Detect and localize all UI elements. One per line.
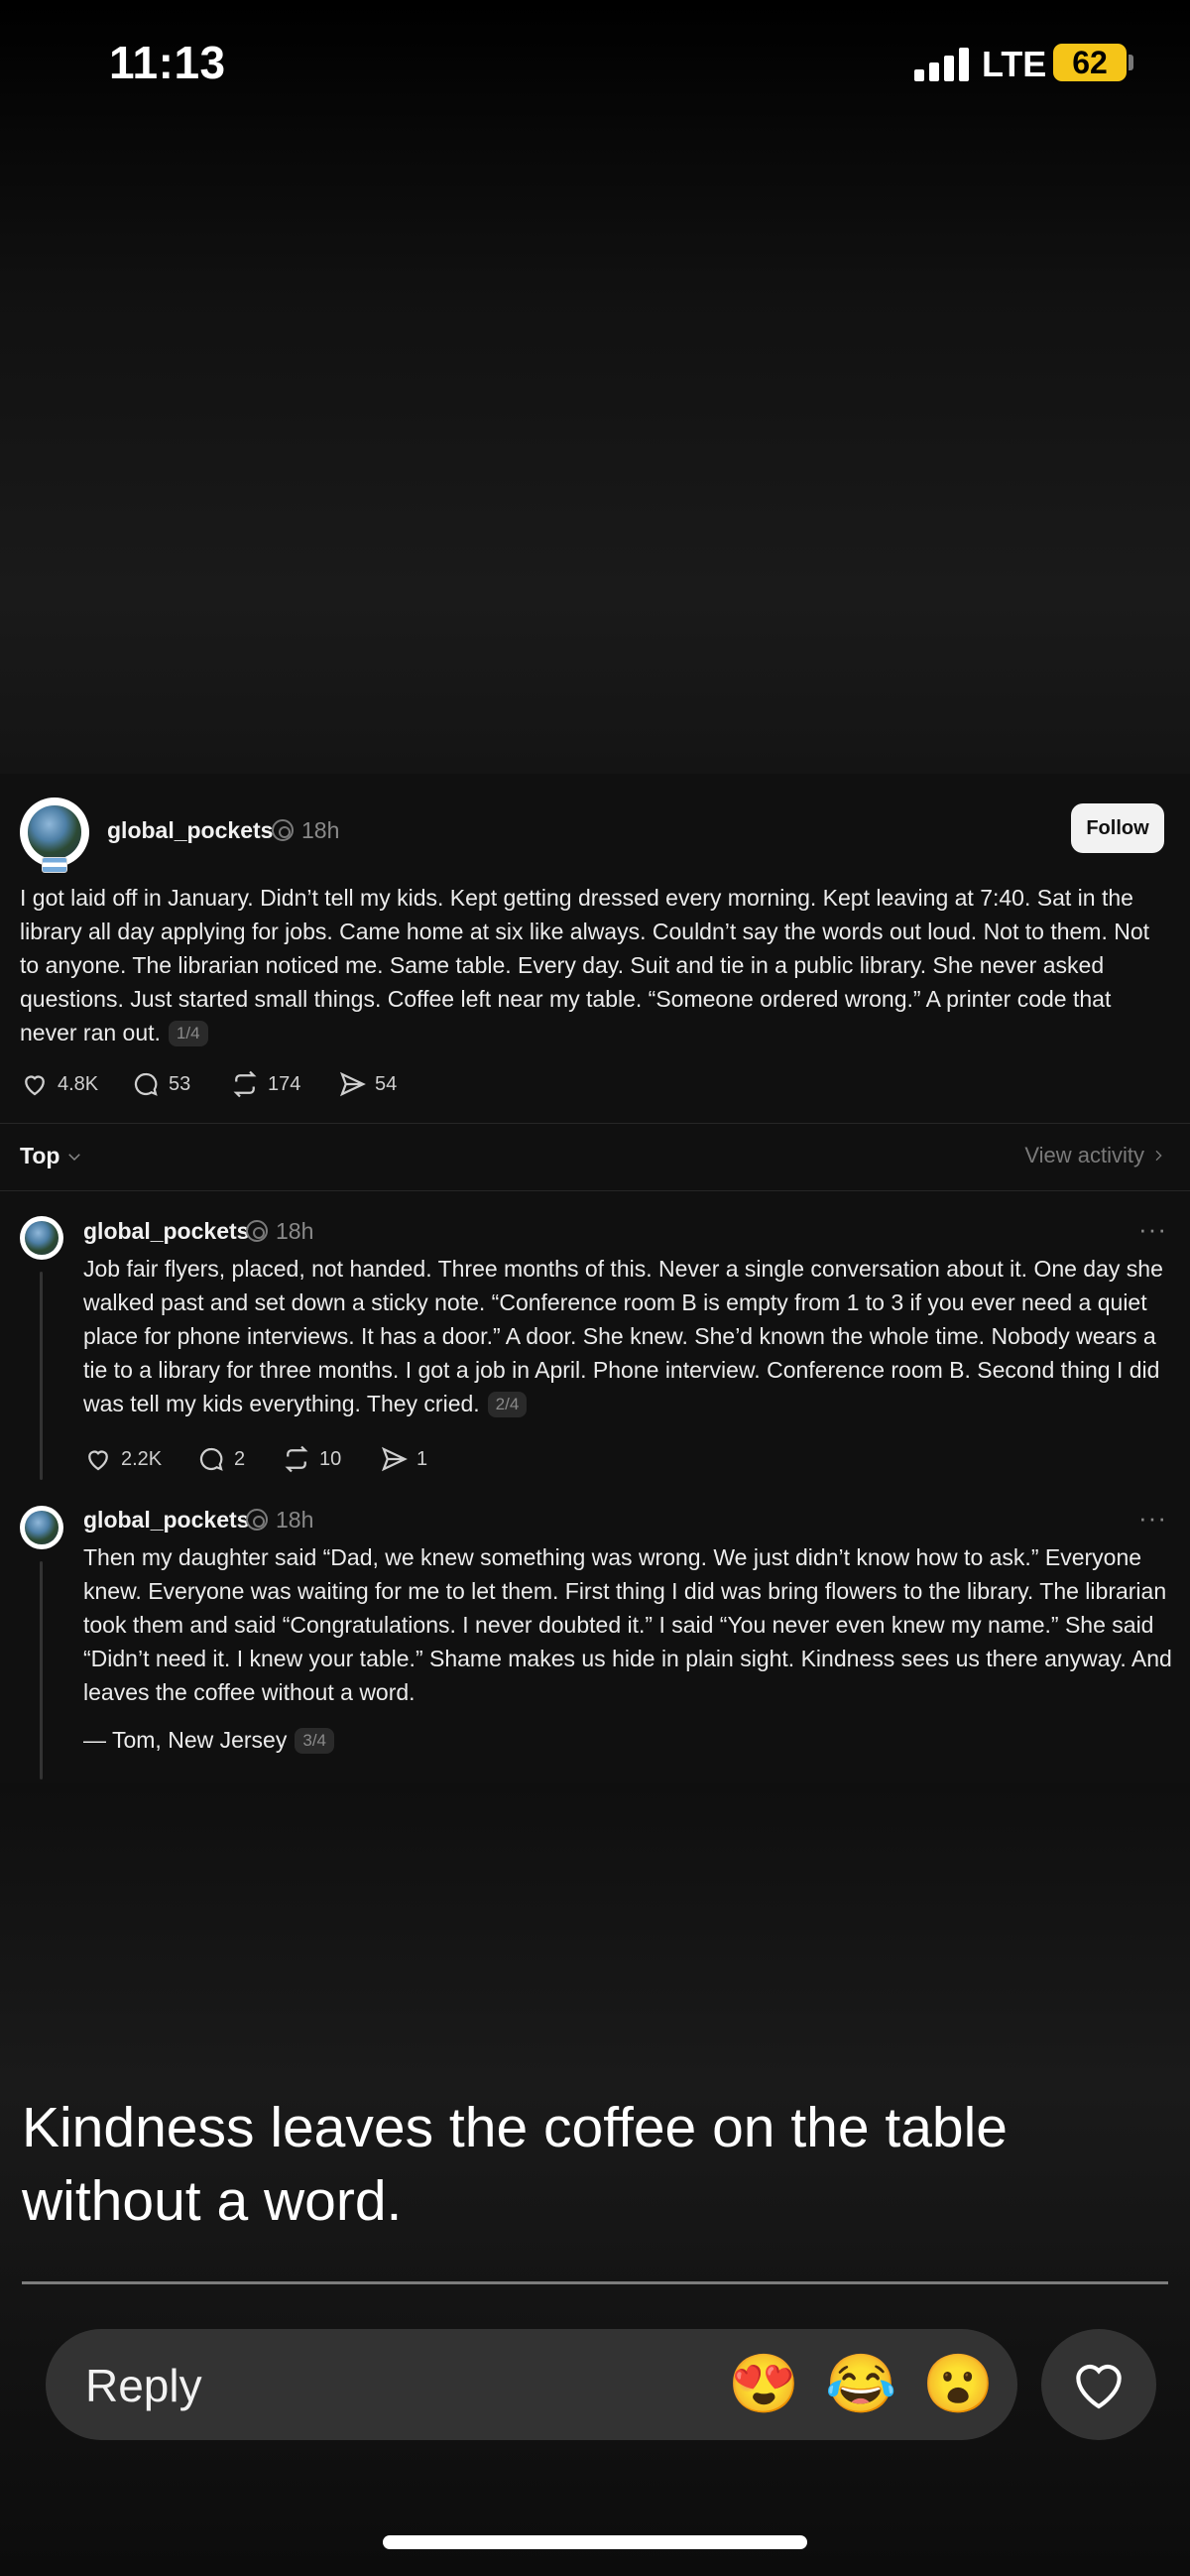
- avatar[interactable]: [20, 1216, 63, 1260]
- post-body: I got laid off in January. Didn’t tell m…: [20, 881, 1170, 1049]
- caption-divider: [22, 2281, 1168, 2284]
- heart-icon: [88, 1450, 108, 1471]
- verified-icon: [272, 819, 294, 841]
- comment-button[interactable]: 53: [131, 1069, 190, 1099]
- reply-body: Then my daughter said “Dad, we knew some…: [83, 1544, 1172, 1705]
- globe-icon: [25, 1511, 59, 1544]
- reply-text: Job fair flyers, placed, not handed. Thr…: [83, 1256, 1163, 1416]
- battery-cap: [1129, 55, 1133, 70]
- reply-signature: — Tom, New Jersey: [83, 1727, 288, 1753]
- heart-eyes-emoji-button[interactable]: 😍: [728, 2351, 799, 2418]
- repost-icon: [285, 1445, 308, 1473]
- repost-count: 174: [268, 1072, 301, 1095]
- comment-button[interactable]: 2: [196, 1444, 245, 1474]
- verified-icon: [246, 1220, 268, 1242]
- repost-button[interactable]: 174: [230, 1069, 300, 1099]
- more-options-icon[interactable]: ···: [1138, 1503, 1167, 1533]
- share-count: 54: [375, 1072, 398, 1095]
- post-actions: 4.8K 53 174 54: [20, 1069, 615, 1103]
- share-button[interactable]: 54: [337, 1069, 397, 1099]
- network-label: LTE: [982, 44, 1047, 84]
- home-indicator[interactable]: [383, 2535, 807, 2549]
- verified-icon: [246, 1509, 268, 1531]
- like-count: 2.2K: [121, 1447, 163, 1470]
- reply-actions: 2.2K 2 10 1: [83, 1444, 480, 1478]
- reply-signature-row: — Tom, New Jersey 3/4: [83, 1723, 1075, 1757]
- battery-level: 62: [1072, 44, 1108, 80]
- view-activity-link[interactable]: View activity: [1024, 1143, 1166, 1168]
- story-caption: Kindness leaves the coffee on the table …: [22, 2096, 1008, 2233]
- follow-button[interactable]: Follow: [1071, 803, 1164, 853]
- globe-icon: [28, 805, 81, 859]
- chevron-right-icon: [1155, 1150, 1162, 1162]
- reply-timestamp: 18h: [276, 1507, 314, 1533]
- divider: [0, 1123, 1190, 1124]
- reply-page-indicator: 2/4: [487, 1392, 528, 1417]
- flag-icon: [42, 857, 67, 873]
- sort-dropdown[interactable]: Top: [20, 1143, 83, 1169]
- avatar[interactable]: [20, 1506, 63, 1549]
- send-icon: [381, 1446, 408, 1472]
- thread-line: [40, 1561, 43, 1779]
- avatar[interactable]: [20, 797, 89, 873]
- send-icon: [339, 1071, 366, 1097]
- like-button[interactable]: 4.8K: [20, 1069, 98, 1099]
- repost-button[interactable]: 10: [282, 1444, 341, 1474]
- comment-count: 2: [234, 1447, 246, 1470]
- comment-count: 53: [169, 1072, 191, 1095]
- heart-icon: [25, 1075, 45, 1096]
- post-timestamp: 18h: [301, 817, 340, 843]
- divider: [0, 1190, 1190, 1191]
- post-page-indicator: 1/4: [168, 1021, 208, 1046]
- thread-line: [40, 1272, 43, 1480]
- repost-count: 10: [319, 1447, 342, 1470]
- share-button[interactable]: 1: [379, 1444, 427, 1474]
- status-time: 11:13: [109, 37, 226, 88]
- status-bar: 11:13 LTE 62: [0, 0, 1190, 129]
- share-count: 1: [416, 1447, 428, 1470]
- chevron-down-icon: [68, 1153, 81, 1161]
- like-count: 4.8K: [58, 1072, 99, 1095]
- globe-icon: [25, 1221, 59, 1255]
- reply-timestamp: 18h: [276, 1218, 314, 1244]
- view-activity-label: View activity: [1024, 1143, 1144, 1167]
- more-options-icon[interactable]: ···: [1138, 1214, 1167, 1245]
- comment-icon: [134, 1072, 158, 1096]
- battery-icon: 62: [1053, 44, 1127, 81]
- post-username[interactable]: global_pockets: [107, 817, 273, 844]
- reply-body: Job fair flyers, placed, not handed. Thr…: [83, 1252, 1174, 1420]
- like-button[interactable]: 2.2K: [83, 1444, 162, 1474]
- reply-username[interactable]: global_pockets: [83, 1507, 249, 1533]
- surprised-emoji-button[interactable]: 😮: [922, 2351, 994, 2418]
- reply-page-indicator: 3/4: [295, 1728, 334, 1754]
- reply-placeholder: Reply: [85, 2360, 202, 2411]
- like-story-button[interactable]: [1041, 2329, 1156, 2440]
- heart-icon: [1076, 2364, 1122, 2409]
- reply-input[interactable]: Reply 😍 😂 😮: [46, 2329, 1017, 2440]
- reply-username[interactable]: global_pockets: [83, 1218, 249, 1245]
- repost-icon: [233, 1070, 257, 1098]
- comment-icon: [199, 1447, 223, 1471]
- tears-of-joy-emoji-button[interactable]: 😂: [825, 2351, 896, 2418]
- sort-label: Top: [20, 1143, 60, 1168]
- signal-strength-icon: [914, 48, 972, 81]
